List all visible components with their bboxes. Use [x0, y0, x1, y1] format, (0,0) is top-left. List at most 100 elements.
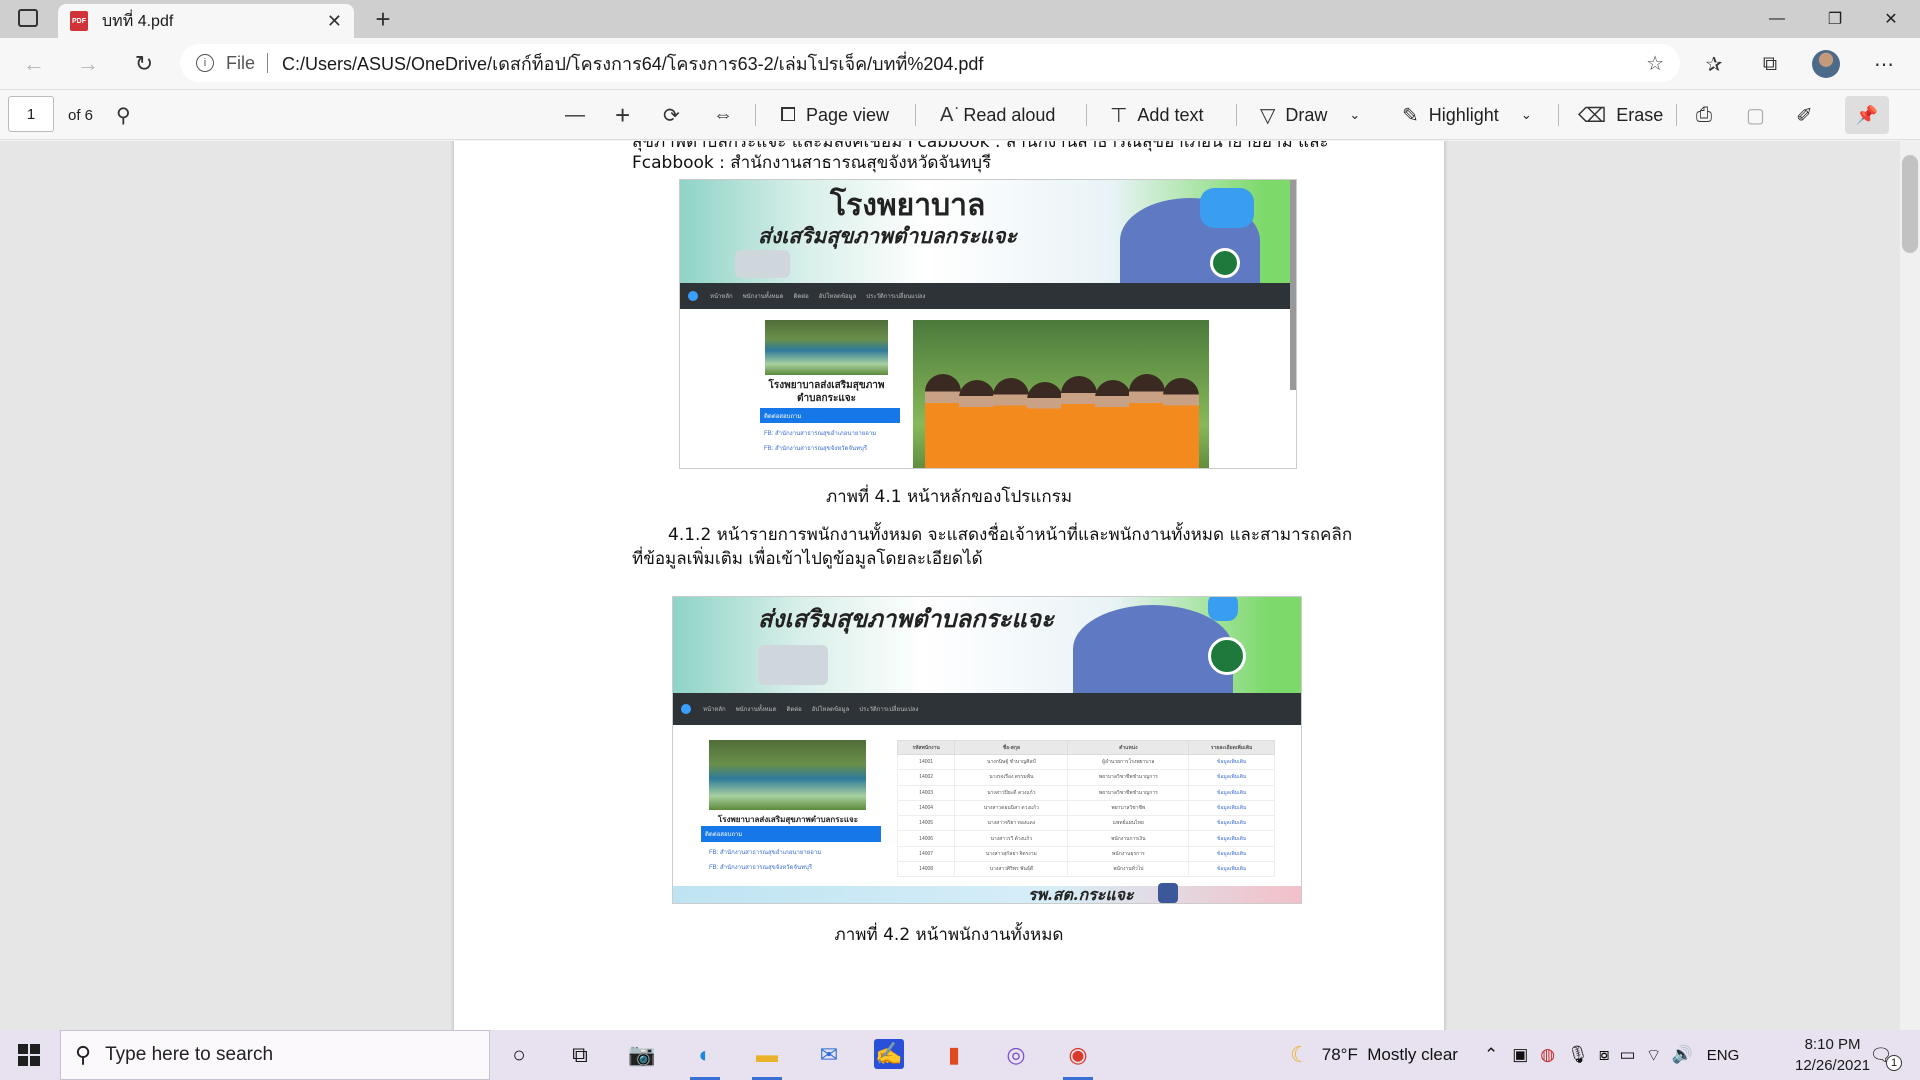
- chrome-icon[interactable]: ◉: [1061, 1039, 1095, 1080]
- contact-button: ติดต่อสอบถาม: [760, 408, 900, 423]
- column-header: ตำแหน่ง: [1067, 740, 1190, 755]
- read-aloud-icon: A͘: [940, 103, 954, 126]
- notification-count: 1: [1886, 1055, 1902, 1071]
- edge-browser-icon[interactable]: ◐: [688, 1039, 722, 1080]
- minimize-button[interactable]: —: [1748, 0, 1806, 38]
- chevron-up-icon[interactable]: ⌃: [1484, 1045, 1498, 1065]
- info-icon[interactable]: i: [196, 54, 214, 72]
- restore-button[interactable]: ❐: [1806, 0, 1864, 38]
- address-bar[interactable]: i File C:/Users/ASUS/OneDrive/เดสก์ท็อป/…: [180, 44, 1680, 82]
- erase-button[interactable]: ⌫ Erase: [1578, 90, 1663, 140]
- meet-now-icon[interactable]: ▣: [1512, 1045, 1528, 1065]
- connect-icon[interactable]: ⧇: [1599, 1045, 1610, 1065]
- cortana-icon[interactable]: ○: [502, 1039, 536, 1071]
- cell: พยาบาลวิชาชีพชำนาญการ: [1067, 769, 1190, 786]
- column-header: รายละเอียดเพิ่มเติม: [1188, 740, 1275, 755]
- page-view-button[interactable]: ⧠ Page view: [780, 90, 889, 140]
- cell: 14008: [896, 861, 956, 878]
- rotate-icon[interactable]: ⟳: [663, 90, 680, 140]
- page-number-input[interactable]: 1: [8, 96, 54, 132]
- tab-actions-icon[interactable]: [18, 9, 38, 27]
- facebook-icon: [1158, 883, 1178, 903]
- favorite-star-icon[interactable]: ☆: [1646, 51, 1664, 76]
- pdf-toolbar: 1 of 6 ⚲ — + ⟳ ⇔ ⧠ Page view A͘ Read aloud…: [0, 90, 1920, 140]
- file-explorer-icon[interactable]: ▬: [750, 1039, 784, 1080]
- chevron-down-icon[interactable]: ⌄: [1349, 107, 1360, 123]
- add-text-icon: ⊤: [1110, 104, 1128, 127]
- add-text-button[interactable]: ⊤ Add text: [1110, 90, 1203, 140]
- fit-page-icon[interactable]: ⇔: [713, 90, 733, 140]
- office-icon[interactable]: ▮: [937, 1039, 971, 1071]
- facebook-link: FB: สำนักงานสาธารณสุขจังหวัดจันทบุรี: [709, 865, 813, 871]
- battery-icon[interactable]: ▭: [1620, 1045, 1636, 1065]
- toolbar-divider: [915, 104, 916, 126]
- microphone-icon[interactable]: 🎙: [1567, 1045, 1589, 1065]
- tab-title: บทที่ 4.pdf: [102, 12, 174, 30]
- refresh-button[interactable]: ↻: [126, 46, 162, 82]
- table-header-row: รหัสพนักงาน ชื่อ-สกุล ตำแหน่ง รายละเอียด…: [896, 740, 1275, 755]
- erase-label: Erase: [1616, 104, 1664, 125]
- facebook-link: FB: สำนักงานสาธารณสุขจังหวัดจันทบุรี: [764, 446, 868, 452]
- wifi-icon[interactable]: ⌔: [1646, 1045, 1662, 1066]
- close-window-button[interactable]: ✕: [1862, 0, 1920, 38]
- pdf-viewer[interactable]: สุขภาพตำบลกระแจะ และมีลิงค์เชื่อม Fcabbo…: [0, 141, 1900, 1030]
- highlight-button[interactable]: ✎ Highlight ⌄: [1402, 90, 1532, 140]
- read-aloud-label: Read aloud: [963, 104, 1056, 125]
- taskbar-search-box[interactable]: ⚲ Type here to search: [60, 1030, 490, 1080]
- weather-moon-icon[interactable]: ☾: [1290, 1042, 1310, 1068]
- camera-app-icon[interactable]: 📷: [625, 1039, 659, 1071]
- details-link: ข้อมูลเพิ่มเติม: [1188, 861, 1275, 878]
- details-link: ข้อมูลเพิ่มเติม: [1188, 845, 1275, 863]
- save-as-icon[interactable]: ✐: [1796, 90, 1813, 140]
- file-label: File: [226, 52, 256, 73]
- collections-icon[interactable]: ⧉: [1752, 46, 1788, 82]
- close-tab-icon[interactable]: ✕: [327, 11, 342, 32]
- notifications-icon[interactable]: 🗨 1: [1864, 1039, 1902, 1071]
- print-icon[interactable]: ⎙: [1696, 90, 1712, 140]
- pin-toolbar-icon[interactable]: 📌: [1845, 96, 1889, 134]
- zoom-in-button[interactable]: +: [615, 90, 630, 140]
- table-row: 14007 นางสาวสุกัลยา จิตรงาม พนักงานธุรการข…: [896, 845, 1275, 863]
- table-row: 14008 นางสาวศิริพร พันธุ์ดี พนักงานทั่วไปข…: [896, 861, 1275, 878]
- mail-icon[interactable]: ✉: [812, 1039, 846, 1071]
- settings-menu-icon[interactable]: ⋯: [1866, 46, 1902, 82]
- cell: 14005: [896, 815, 956, 832]
- chrome-profile-icon[interactable]: ◎: [999, 1039, 1033, 1071]
- toolbar-divider: [1086, 104, 1087, 126]
- details-link: ข้อมูลเพิ่มเติม: [1188, 815, 1275, 832]
- task-view-icon[interactable]: ⧉: [563, 1039, 597, 1071]
- weather-text[interactable]: 78°F Mostly clear: [1322, 1045, 1458, 1065]
- draw-button[interactable]: ▽ Draw ⌄: [1260, 90, 1360, 140]
- avatar: [1812, 50, 1840, 78]
- body-text-line: Fcabbook : สำนักงานสาธารณสุขจังหวัดจันทบ…: [632, 153, 992, 173]
- cell: พยาบาลวิชาชีพ: [1067, 799, 1190, 817]
- language-indicator[interactable]: ENG: [1707, 1047, 1740, 1064]
- cell: ผู้อำนวยการโรงพยาบาล: [1067, 753, 1190, 771]
- back-button[interactable]: ←: [16, 46, 52, 82]
- zoom-out-button[interactable]: —: [565, 90, 585, 140]
- clock[interactable]: 8:10 PM 12/26/2021: [1795, 1034, 1870, 1076]
- profile-avatar[interactable]: [1808, 46, 1844, 82]
- url-text[interactable]: C:/Users/ASUS/OneDrive/เดสก์ท็อป/โครงการ…: [282, 49, 983, 78]
- search-icon[interactable]: ⚲: [116, 90, 131, 140]
- clock-time: 8:10 PM: [1804, 1036, 1861, 1053]
- volume-icon[interactable]: 🔊: [1672, 1045, 1693, 1065]
- windows-start-button[interactable]: [18, 1044, 40, 1066]
- cell: พยาบาลวิชาชีพชำนาญการ: [1067, 784, 1190, 801]
- taskbar: ⚲ Type here to search ○ ⧉ 📷 ◐ ▬ ✉ ✍ ▮ ◎ …: [0, 1030, 1920, 1080]
- vertical-scrollbar[interactable]: [1900, 141, 1920, 1030]
- scrollbar-thumb[interactable]: [1902, 155, 1918, 253]
- read-aloud-button[interactable]: A͘ Read aloud: [940, 90, 1055, 140]
- page-count: of 6: [68, 106, 94, 124]
- favorites-icon[interactable]: ✰: [1696, 46, 1732, 82]
- title-bar: PDF บทที่ 4.pdf ✕ + — ❐ ✕: [0, 0, 1920, 38]
- antivirus-icon[interactable]: ◍: [1540, 1045, 1555, 1065]
- save-icon[interactable]: ▢: [1746, 90, 1765, 140]
- cell: นางสาวจริยา ทองแดง: [954, 815, 1069, 832]
- draw-icon: ▽: [1260, 104, 1276, 127]
- tab-active[interactable]: PDF บทที่ 4.pdf ✕: [58, 4, 354, 38]
- whiteboard-app-icon[interactable]: ✍: [874, 1039, 904, 1069]
- new-tab-button[interactable]: +: [368, 4, 398, 34]
- forward-button[interactable]: →: [70, 46, 106, 82]
- chevron-down-icon[interactable]: ⌄: [1521, 107, 1532, 123]
